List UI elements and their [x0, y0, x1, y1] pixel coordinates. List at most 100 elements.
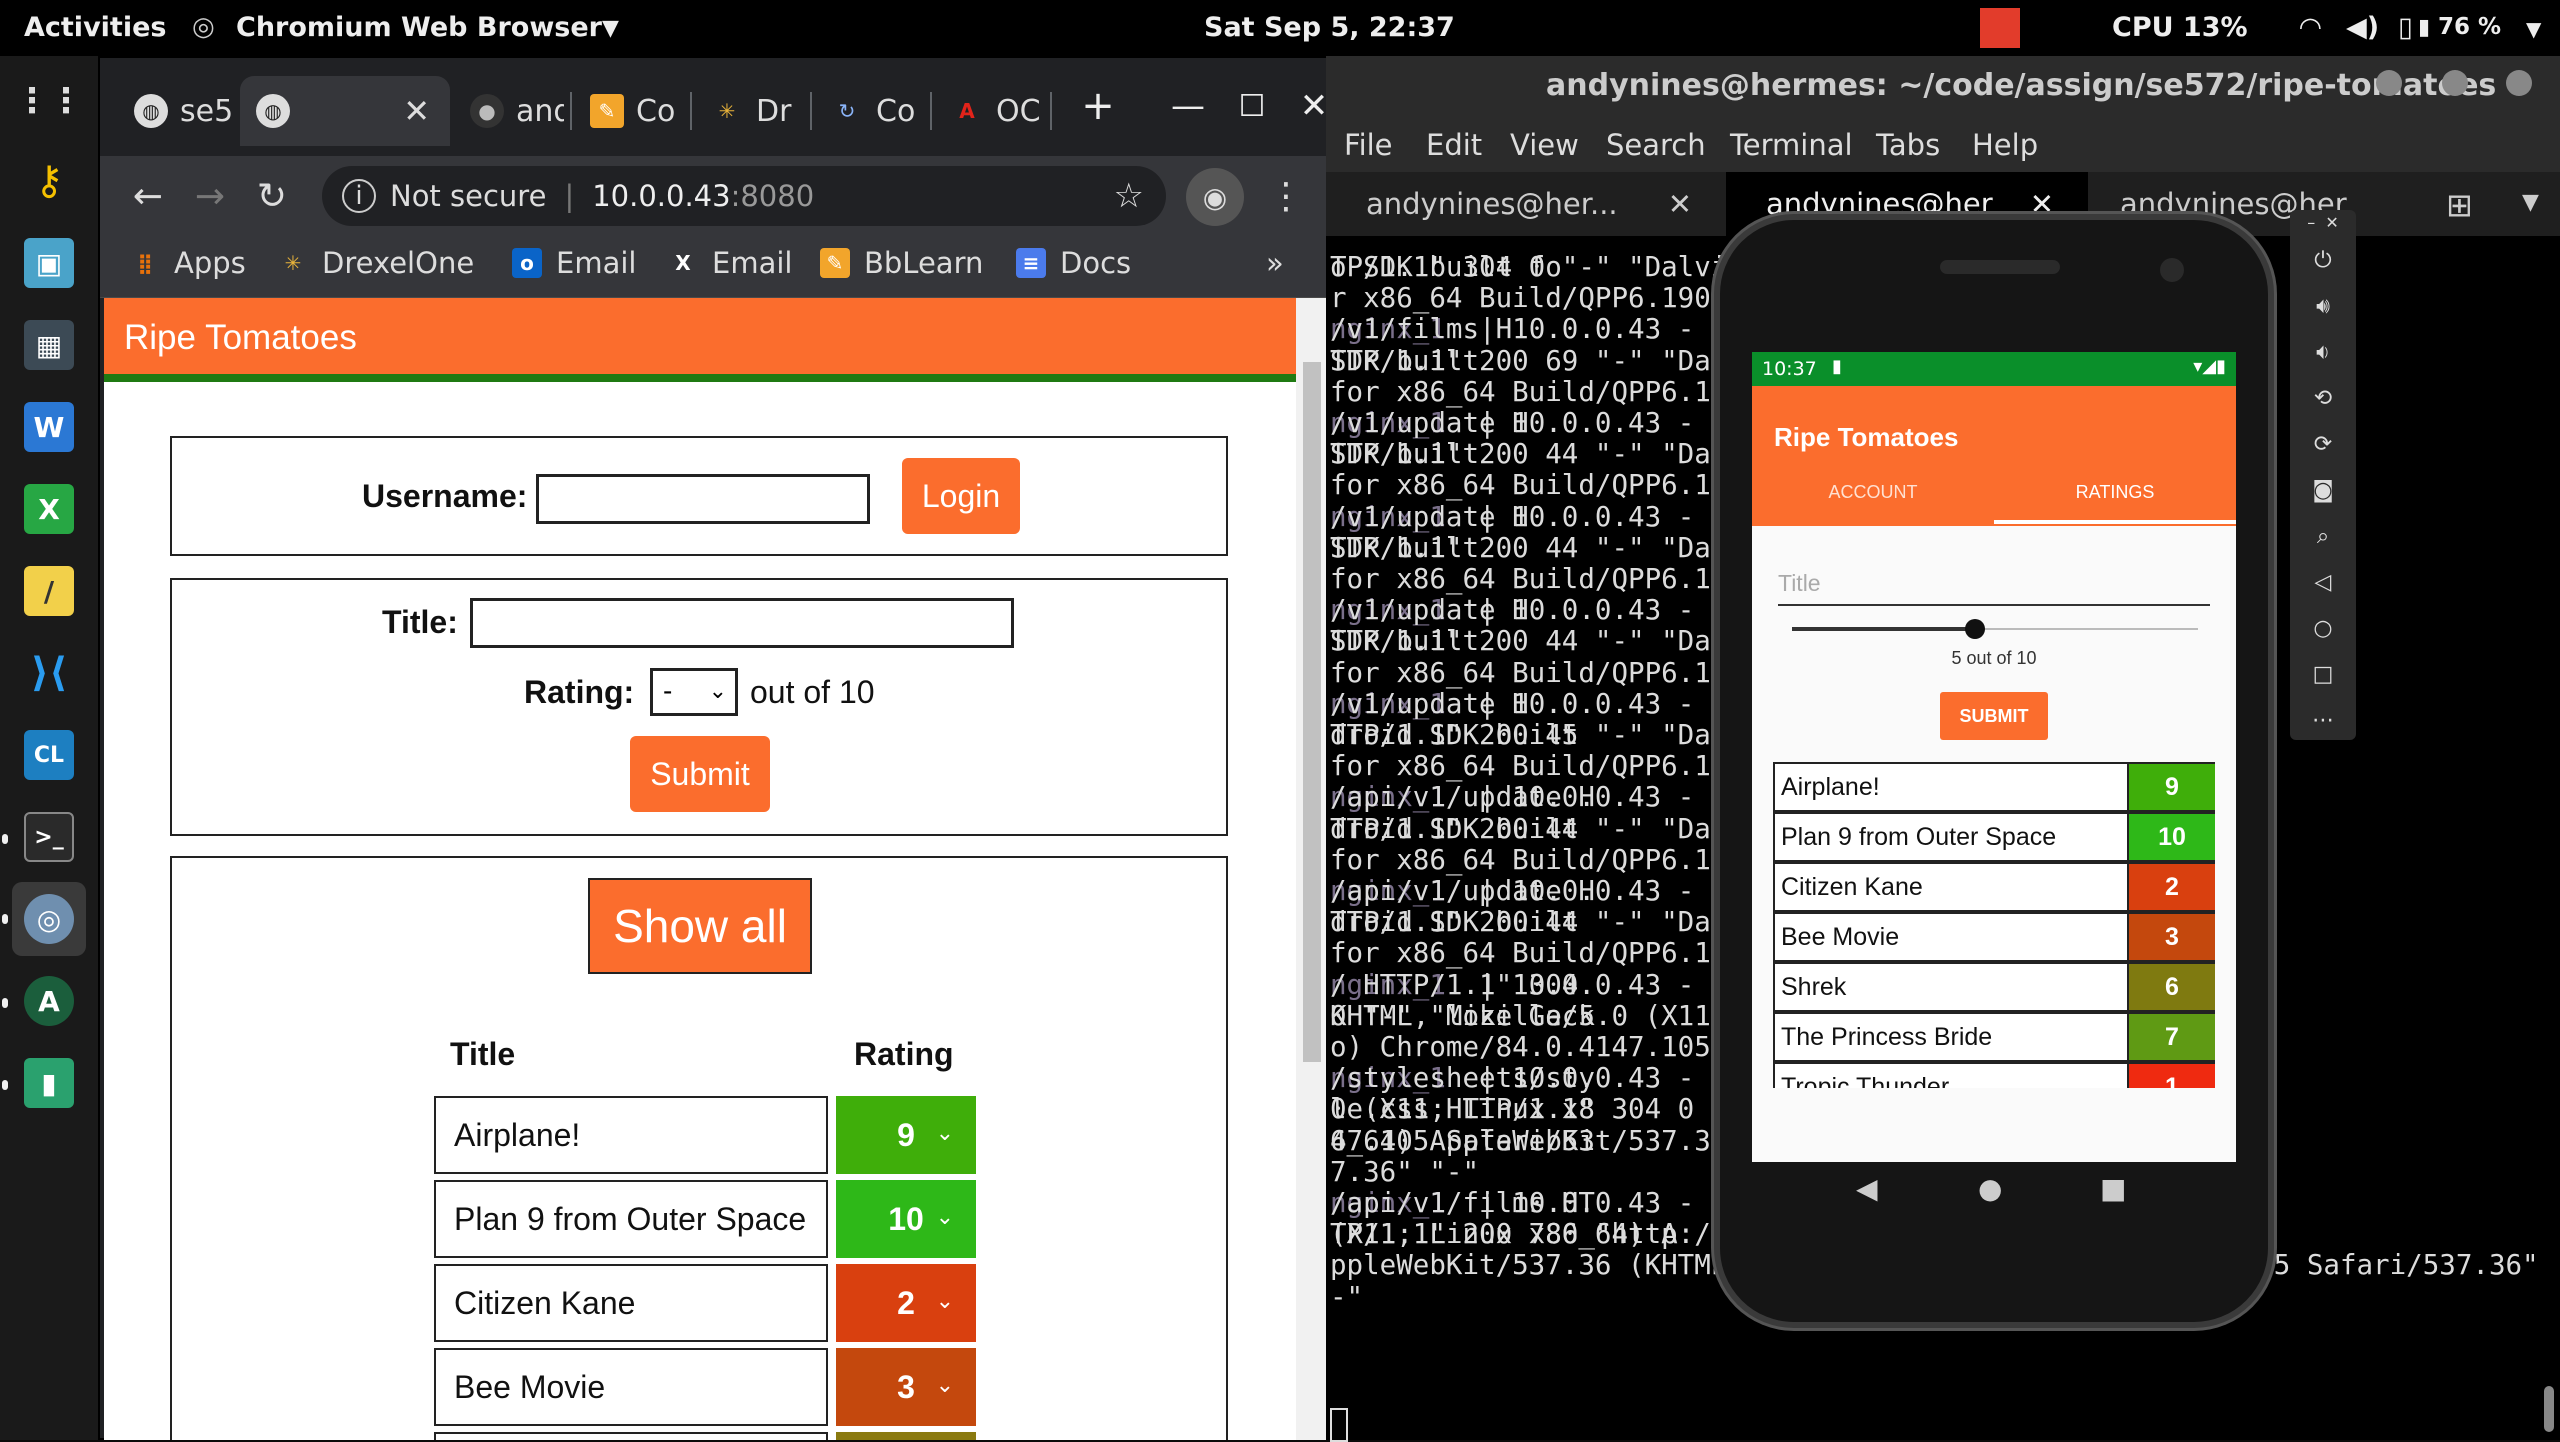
- power-icon[interactable]: ⏻: [2290, 240, 2356, 280]
- menu-help[interactable]: Help: [1972, 128, 2038, 162]
- maximize-window-button[interactable]: [2442, 70, 2468, 96]
- key-icon[interactable]: ⚷: [24, 156, 74, 206]
- maximize-button[interactable]: ☐: [1224, 78, 1280, 134]
- phone-submit-button[interactable]: SUBMIT: [1940, 692, 2048, 740]
- close-tab-icon[interactable]: ✕: [1668, 187, 1692, 221]
- phone-list-item[interactable]: Plan 9 from Outer Space 10: [1773, 812, 2215, 862]
- phone-list-item[interactable]: Citizen Kane 2: [1773, 862, 2215, 912]
- clion-icon[interactable]: CL: [24, 730, 74, 780]
- nav-home-icon[interactable]: ●: [1978, 1172, 2002, 1205]
- bookmark-apps[interactable]: ⣿ Apps: [130, 246, 246, 280]
- screen-record-indicator[interactable]: [1980, 8, 2020, 48]
- zoom-icon[interactable]: ⌕: [2290, 516, 2356, 556]
- menu-search[interactable]: Search: [1606, 128, 1706, 162]
- menu-terminal[interactable]: Terminal: [1730, 128, 1853, 162]
- overview-icon[interactable]: □: [2290, 654, 2356, 694]
- menu-view[interactable]: View: [1510, 128, 1579, 162]
- nav-back-icon[interactable]: ◀: [1856, 1172, 1878, 1205]
- screenshot-app-icon[interactable]: ▣: [24, 238, 74, 288]
- system-menu-chevron-icon[interactable]: ▼: [2526, 17, 2541, 41]
- browser-tab-3[interactable]: ● and: [454, 76, 564, 146]
- rotate-right-icon[interactable]: ⟳: [2290, 424, 2356, 464]
- rating-slider-thumb[interactable]: [1965, 619, 1985, 639]
- emulator-icon[interactable]: ▮: [24, 1058, 74, 1108]
- phone-list-item[interactable]: The Princess Bride 7: [1773, 1012, 2215, 1062]
- new-tab-button[interactable]: +: [1070, 78, 1126, 134]
- wifi-icon[interactable]: ◠: [2300, 12, 2321, 43]
- address-bar[interactable]: i Not secure | 10.0.0.43 :8080 ☆: [322, 166, 1166, 226]
- minimize-button[interactable]: —: [1160, 78, 1216, 134]
- title-input[interactable]: [470, 598, 1014, 648]
- rating-dropdown-partial[interactable]: [836, 1432, 976, 1440]
- clock[interactable]: Sat Sep 5, 22:37: [1204, 12, 1455, 43]
- menu-file[interactable]: File: [1344, 128, 1393, 162]
- rating-select[interactable]: - ⌄: [650, 668, 738, 716]
- bookmarks-overflow[interactable]: »: [1266, 246, 1284, 280]
- browser-tab-6[interactable]: ↻ Co: [814, 76, 924, 146]
- spreadsheet-icon[interactable]: X: [24, 484, 74, 534]
- phone-list-item[interactable]: Airplane! 9: [1773, 762, 2215, 812]
- username-input[interactable]: [536, 474, 870, 524]
- screen-icon[interactable]: ▯: [2398, 12, 2413, 43]
- battery-icon[interactable]: ▮: [2418, 15, 2430, 40]
- browser-tab-5[interactable]: ✳ Dr: [694, 76, 804, 146]
- app-menu[interactable]: Chromium Web Browser: [236, 12, 602, 43]
- volume-icon[interactable]: ◀): [2346, 12, 2379, 43]
- rating-dropdown[interactable]: 3 ⌄: [836, 1348, 976, 1426]
- close-tab-icon[interactable]: ✕: [403, 92, 430, 130]
- tab-ratings[interactable]: RATINGS: [1994, 482, 2236, 503]
- info-icon[interactable]: i: [342, 179, 376, 213]
- back-icon[interactable]: ◁: [2290, 562, 2356, 602]
- cpu-indicator[interactable]: CPU 13%: [2112, 12, 2248, 43]
- menu-tabs[interactable]: Tabs: [1876, 128, 1940, 162]
- rotate-left-icon[interactable]: ⟲: [2290, 378, 2356, 418]
- show-applications-icon[interactable]: ⋮⋮: [15, 76, 83, 126]
- terminal-tab-1[interactable]: andynines@her... ✕: [1326, 172, 1726, 236]
- phone-title-input[interactable]: Title: [1778, 566, 2210, 606]
- close-window-button[interactable]: [2506, 70, 2532, 96]
- terminal-icon[interactable]: >_: [24, 812, 74, 862]
- home-icon[interactable]: ○: [2290, 608, 2356, 648]
- bookmark-bblearn[interactable]: ✎ BbLearn: [820, 246, 983, 280]
- rating-dropdown[interactable]: 9 ⌄: [836, 1096, 976, 1174]
- browser-tab-1[interactable]: ◍ se5: [118, 76, 236, 146]
- emulator-toolbar-controls[interactable]: – ✕: [2290, 210, 2356, 234]
- new-tab-icon[interactable]: ⊞: [2446, 186, 2473, 224]
- chromium-dock-icon[interactable]: ◎: [24, 894, 74, 944]
- volume-down-icon[interactable]: 🔉︎: [2290, 332, 2356, 372]
- bookmark-docs[interactable]: ≡ Docs: [1016, 246, 1131, 280]
- rating-dropdown[interactable]: 2 ⌄: [836, 1264, 976, 1342]
- tab-account[interactable]: ACCOUNT: [1752, 482, 1994, 503]
- camera-icon[interactable]: ◙: [2290, 470, 2356, 510]
- bookmark-email-outlook[interactable]: o Email: [512, 246, 636, 280]
- vscode-icon[interactable]: ⟩⟨: [24, 648, 74, 698]
- login-button[interactable]: Login: [902, 458, 1020, 534]
- browser-tab-active[interactable]: ◍ ✕: [240, 76, 450, 146]
- submit-button[interactable]: Submit: [630, 736, 770, 812]
- forward-button[interactable]: →: [184, 170, 236, 222]
- reload-button[interactable]: ↻: [246, 170, 298, 222]
- page-scrollbar-thumb[interactable]: [1303, 362, 1321, 1062]
- phone-list-item[interactable]: Bee Movie 3: [1773, 912, 2215, 962]
- calculator-icon[interactable]: ▦: [24, 320, 74, 370]
- back-button[interactable]: ←: [122, 170, 174, 222]
- browser-tab-4[interactable]: ✎ Co: [574, 76, 684, 146]
- show-all-button[interactable]: Show all: [588, 878, 812, 974]
- browser-tab-7[interactable]: A OC: [934, 76, 1044, 146]
- bookmark-drexelone[interactable]: ✳ DrexelOne: [278, 246, 475, 280]
- volume-up-icon[interactable]: 🔊︎: [2290, 286, 2356, 326]
- more-icon[interactable]: ⋯: [2290, 700, 2356, 740]
- word-icon[interactable]: W: [24, 402, 74, 452]
- tabs-menu-chevron-icon[interactable]: ▼: [2522, 190, 2539, 215]
- android-studio-icon[interactable]: A: [24, 976, 74, 1026]
- notes-icon[interactable]: /: [24, 566, 74, 616]
- terminal-scrollbar[interactable]: [2544, 1386, 2554, 1432]
- activities-button[interactable]: Activities: [24, 12, 166, 43]
- rating-dropdown[interactable]: 10 ⌄: [836, 1180, 976, 1258]
- bookmark-email-x[interactable]: X Email: [668, 246, 792, 280]
- bookmark-star-icon[interactable]: ☆: [1114, 176, 1144, 216]
- nav-recents-icon[interactable]: ■: [2100, 1172, 2126, 1205]
- menu-kebab-icon[interactable]: ⋮: [1260, 170, 1312, 222]
- menu-edit[interactable]: Edit: [1426, 128, 1482, 162]
- minimize-window-button[interactable]: [2376, 70, 2402, 96]
